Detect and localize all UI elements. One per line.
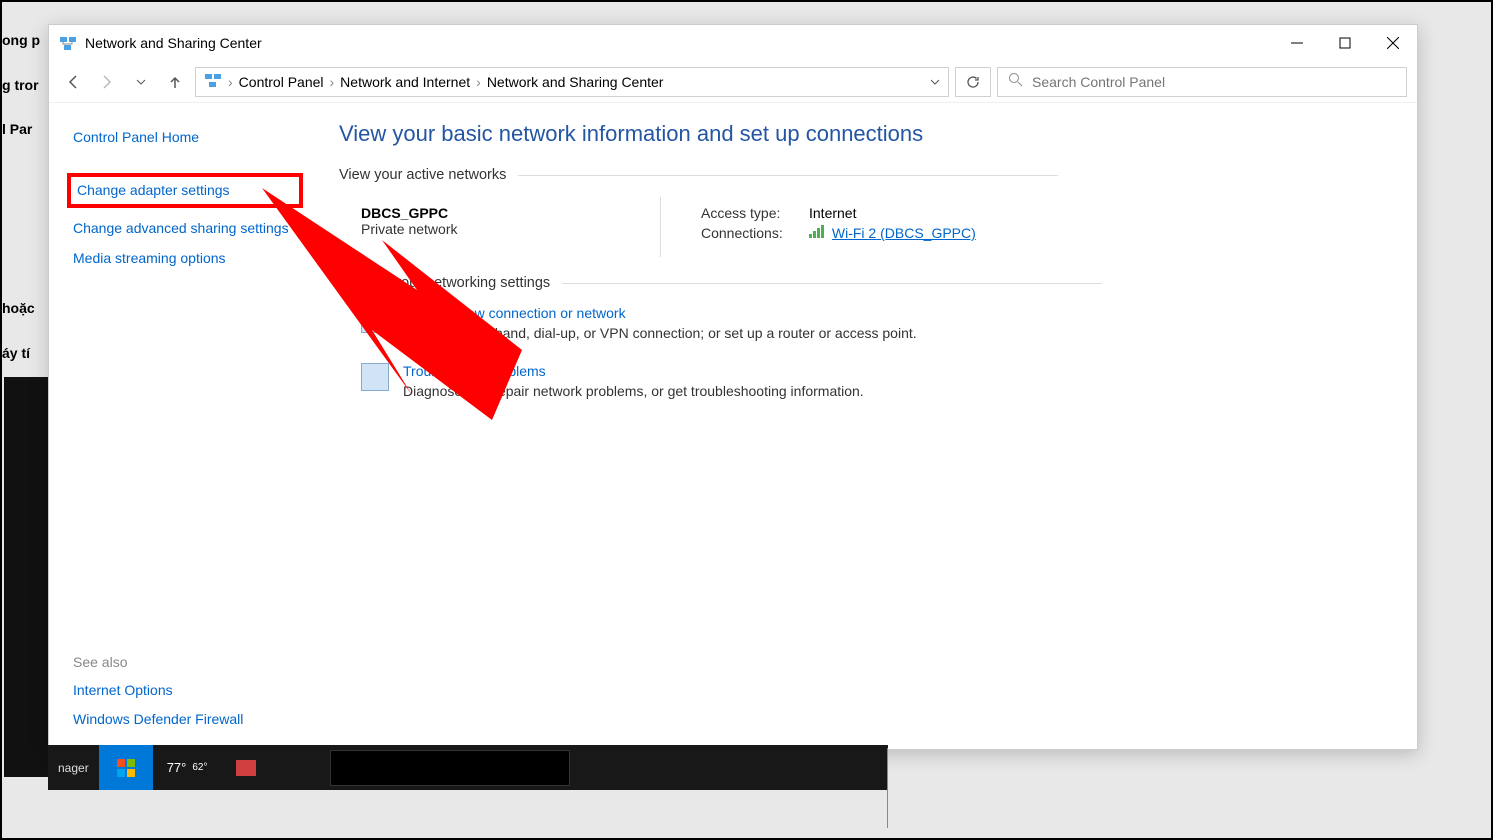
setup-connection-link[interactable]: Set up a new connection or network [403,305,626,321]
taskbar-blank [330,750,570,786]
bg-text: áy tí [2,345,30,361]
divider-line [887,748,888,828]
network-type: Private network [361,221,660,237]
sidebar: Control Panel Home Change adapter settin… [49,103,311,749]
wifi-signal-icon [809,225,824,238]
chevron-right-icon: › [228,74,233,90]
access-type-label: Access type: [701,205,791,221]
active-networks-label: View your active networks [339,167,1389,183]
crumb-network-internet[interactable]: Network and Internet [340,74,470,90]
control-panel-window: Network and Sharing Center › Control Pan… [48,24,1418,750]
setup-connection-desc: Set up a broadband, dial-up, or VPN conn… [403,325,917,341]
taskbar: nager 77°62° [48,745,888,790]
refresh-button[interactable] [955,67,991,97]
crumb-network-sharing[interactable]: Network and Sharing Center [487,74,664,90]
chevron-down-icon[interactable] [930,74,940,90]
network-center-icon [204,71,222,92]
minimize-button[interactable] [1273,25,1321,61]
taskbar-text: nager [48,761,99,775]
network-block: DBCS_GPPC Private network [361,197,661,257]
start-button[interactable] [99,745,153,790]
bg-text: g tror [2,77,39,93]
connections-label: Connections: [701,225,791,241]
maximize-button[interactable] [1321,25,1369,61]
bg-dark-strip [4,377,48,777]
sidebar-defender-firewall[interactable]: Windows Defender Firewall [73,705,297,735]
forward-button[interactable] [93,68,121,96]
taskbar-weather[interactable]: 77°62° [153,760,222,775]
connection-link[interactable]: Wi-Fi 2 (DBCS_GPPC) [832,225,976,241]
breadcrumb-bar[interactable]: › Control Panel › Network and Internet ›… [195,67,949,97]
bg-text: hoặc [2,300,35,316]
troubleshoot-link[interactable]: Troubleshoot problems [403,363,546,379]
sidebar-change-advanced[interactable]: Change advanced sharing settings [73,214,297,244]
see-also-label: See also [73,654,297,670]
troubleshoot-icon [361,363,389,391]
back-button[interactable] [59,68,87,96]
titlebar: Network and Sharing Center [49,25,1417,61]
sidebar-home[interactable]: Control Panel Home [73,123,297,153]
main-pane: View your basic network information and … [311,103,1417,749]
setup-connection-icon [361,305,389,333]
search-icon [1008,72,1024,91]
change-settings-label: Change your networking settings [339,275,1389,291]
access-type-value: Internet [809,205,856,221]
close-button[interactable] [1369,25,1417,61]
address-row: › Control Panel › Network and Internet ›… [49,61,1417,103]
window-title: Network and Sharing Center [85,35,262,51]
sidebar-change-adapter[interactable]: Change adapter settings [77,179,293,203]
search-input[interactable] [1032,74,1396,90]
recent-dropdown[interactable] [127,68,155,96]
taskbar-app-icon[interactable] [236,760,256,776]
sidebar-internet-options[interactable]: Internet Options [73,676,297,706]
up-button[interactable] [161,68,189,96]
troubleshoot-desc: Diagnose and repair network problems, or… [403,383,864,399]
crumb-control-panel[interactable]: Control Panel [239,74,324,90]
chevron-right-icon: › [476,74,481,90]
chevron-right-icon: › [330,74,335,90]
search-box[interactable] [997,67,1407,97]
page-heading: View your basic network information and … [339,121,1389,147]
bg-text: l Par [2,121,32,137]
bg-text: ong p [2,32,40,48]
network-center-icon [59,34,77,52]
network-name: DBCS_GPPC [361,205,660,221]
highlight-annotation: Change adapter settings [67,173,303,209]
sidebar-media-streaming[interactable]: Media streaming options [73,244,297,274]
